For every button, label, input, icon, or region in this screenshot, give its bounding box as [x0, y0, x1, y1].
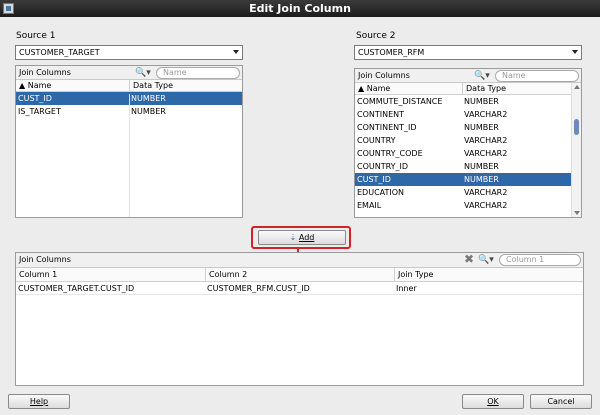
scroll-up-icon[interactable] [574, 85, 580, 89]
join-col2-header[interactable]: Column 2 [205, 268, 394, 282]
source2-search-placeholder: Name [502, 71, 526, 80]
cancel-button[interactable]: Cancel [530, 394, 592, 409]
cell-name: COMMUTE_DISTANCE [357, 97, 443, 106]
ok-button[interactable]: OK [462, 394, 524, 409]
scroll-thumb[interactable] [574, 119, 579, 135]
source2-col-name-label: Name [366, 84, 391, 93]
table-row[interactable]: COUNTRY_ID NUMBER [355, 160, 572, 173]
cell-name: COUNTRY_CODE [357, 149, 423, 158]
app-icon [3, 3, 14, 14]
source1-column-headers: ▲ Name Data Type [16, 80, 242, 92]
column-divider [129, 94, 130, 217]
search-icon[interactable]: 🔍▾ [478, 255, 494, 265]
cell-name: EDUCATION [357, 188, 405, 197]
cell-name: COUNTRY [357, 136, 396, 145]
source1-search-placeholder: Name [163, 68, 187, 77]
cell-column-2: CUSTOMER_RFM.CUST_ID [207, 284, 310, 293]
chevron-down-icon [572, 50, 578, 54]
source2-panel-title: Join Columns [358, 71, 410, 80]
source2-selected-value: CUSTOMER_RFM [358, 48, 425, 57]
cell-data-type: NUMBER [464, 123, 499, 132]
source2-rows: COMMUTE_DISTANCE NUMBER CONTINENT VARCHAR2 C… [355, 95, 572, 212]
join-type-header[interactable]: Join Type [394, 268, 433, 282]
table-row[interactable]: COMMUTE_DISTANCE NUMBER [355, 95, 572, 108]
source1-col-type-header[interactable]: Data Type [129, 80, 173, 92]
help-button[interactable]: Help [8, 394, 70, 409]
cancel-button-label: Cancel [547, 397, 575, 406]
cell-name: CUST_ID [357, 175, 391, 184]
cell-data-type: VARCHAR2 [464, 136, 508, 145]
scroll-down-icon[interactable] [574, 211, 580, 215]
table-row[interactable]: COUNTRY VARCHAR2 [355, 134, 572, 147]
cell-name: COUNTRY_ID [357, 162, 409, 171]
source1-panel-title: Join Columns [19, 68, 71, 77]
add-button[interactable]: ⇣ Add [258, 230, 346, 245]
delete-icon[interactable]: ✖ [464, 252, 474, 266]
table-row[interactable]: EDUCATION VARCHAR2 [355, 186, 572, 199]
source2-label: Source 2 [356, 31, 396, 41]
table-row[interactable]: CUST_ID NUMBER [355, 173, 572, 186]
cell-data-type: VARCHAR2 [464, 110, 508, 119]
cell-data-type: VARCHAR2 [464, 188, 508, 197]
source1-join-columns-panel: Join Columns 🔍▾ Name ▲ Name Data Type CU… [15, 65, 243, 218]
source1-col-name-label: Name [27, 81, 52, 90]
join-columns-column-headers: Column 1 Column 2 Join Type [16, 268, 583, 282]
cell-column-1: CUSTOMER_TARGET.CUST_ID [18, 284, 135, 293]
join-columns-search-placeholder: Column 1 [506, 255, 545, 264]
cell-data-type: NUMBER [464, 97, 499, 106]
join-col1-header[interactable]: Column 1 [16, 268, 205, 282]
cell-data-type: VARCHAR2 [464, 201, 508, 210]
source2-col-type-header[interactable]: Data Type [462, 83, 506, 95]
table-row[interactable]: CUSTOMER_TARGET.CUST_ID CUSTOMER_RFM.CUST… [16, 282, 583, 295]
add-button-label: Add [298, 233, 315, 242]
join-columns-rows: CUSTOMER_TARGET.CUST_ID CUSTOMER_RFM.CUST… [16, 282, 583, 295]
cell-data-type: NUMBER [464, 162, 499, 171]
source2-column-headers: ▲ Name Data Type [355, 83, 572, 95]
join-columns-table-panel: Join Columns ✖ 🔍▾ Column 1 Column 1 Colu… [15, 252, 584, 386]
chevron-down-icon [233, 50, 239, 54]
table-row[interactable]: CONTINENT_ID NUMBER [355, 121, 572, 134]
join-columns-search-input[interactable]: 🔍▾ Column 1 [478, 254, 581, 266]
source1-col-name-header[interactable]: ▲ Name [16, 80, 129, 92]
cell-name: EMAIL [357, 201, 382, 210]
source2-scrollbar[interactable] [571, 83, 581, 217]
cell-name: IS_TARGET [18, 107, 61, 116]
cell-name: CONTINENT [357, 110, 405, 119]
source2-dropdown[interactable]: CUSTOMER_RFM [354, 45, 582, 60]
table-row[interactable]: CONTINENT VARCHAR2 [355, 108, 572, 121]
cell-join-type: Inner [396, 284, 417, 293]
join-columns-title: Join Columns [19, 255, 71, 264]
source2-col-name-header[interactable]: ▲ Name [355, 83, 462, 95]
cell-data-type: NUMBER [131, 107, 166, 116]
cell-data-type: NUMBER [464, 175, 499, 184]
source1-panel-header: Join Columns 🔍▾ Name [16, 66, 242, 80]
source1-dropdown[interactable]: CUSTOMER_TARGET [15, 45, 243, 60]
table-row[interactable]: COUNTRY_CODE VARCHAR2 [355, 147, 572, 160]
join-columns-header: Join Columns ✖ 🔍▾ Column 1 [16, 252, 583, 268]
help-button-label: Help [29, 397, 49, 406]
source2-panel-header: Join Columns 🔍▾ Name [355, 69, 581, 83]
title-bar: Edit Join Column [0, 0, 600, 17]
window-title: Edit Join Column [249, 2, 351, 15]
double-chevron-down-icon: ⇣ [289, 233, 297, 242]
cell-data-type: VARCHAR2 [464, 149, 508, 158]
source1-label: Source 1 [16, 31, 56, 41]
search-icon[interactable]: 🔍▾ [135, 68, 151, 78]
search-icon[interactable]: 🔍▾ [474, 71, 490, 81]
source2-join-columns-panel: Join Columns 🔍▾ Name ▲ Name Data Type CO… [354, 68, 582, 218]
source1-search-input[interactable]: 🔍▾ Name [135, 67, 240, 79]
table-row[interactable]: EMAIL VARCHAR2 [355, 199, 572, 212]
cell-name: CUST_ID [18, 94, 52, 103]
source1-selected-value: CUSTOMER_TARGET [19, 48, 100, 57]
ok-button-label: OK [487, 397, 499, 406]
cell-name: CONTINENT_ID [357, 123, 417, 132]
cell-data-type: NUMBER [131, 94, 166, 103]
source2-search-input[interactable]: 🔍▾ Name [474, 70, 579, 82]
